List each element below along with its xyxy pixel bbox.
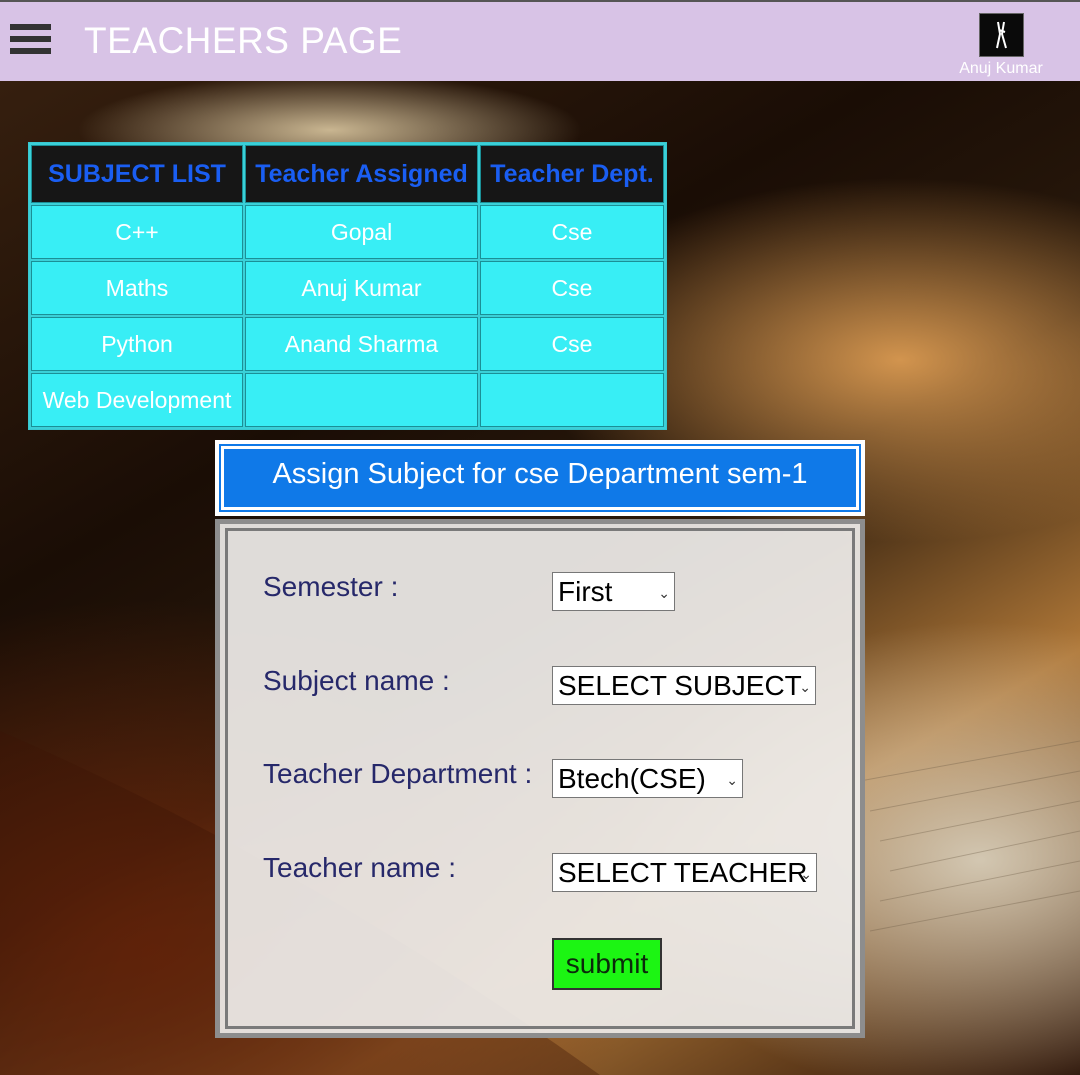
table-row: Python Anand Sharma Cse — [31, 317, 664, 371]
top-bar: TEACHERS PAGE Anuj Kumar — [0, 0, 1080, 81]
chevron-down-icon: ⌄ — [658, 585, 670, 601]
table-cell — [245, 373, 478, 427]
column-header: Teacher Assigned — [245, 145, 478, 203]
subject-select[interactable]: SELECT SUBJECT ⌄ — [552, 666, 816, 705]
chevron-down-icon: ⌄ — [799, 679, 811, 695]
column-header: Teacher Dept. — [480, 145, 664, 203]
table-row: Maths Anuj Kumar Cse — [31, 261, 664, 315]
user-name: Anuj Kumar — [959, 60, 1043, 77]
teacher-department-label: Teacher Department : — [263, 758, 533, 789]
table-cell: Gopal — [245, 205, 478, 259]
table-cell: C++ — [31, 205, 243, 259]
teacher-department-select[interactable]: Btech(CSE) ⌄ — [552, 759, 743, 798]
table-cell: Web Development — [31, 373, 243, 427]
assign-heading: Assign Subject for cse Department sem-1 — [219, 444, 861, 512]
table-cell: Python — [31, 317, 243, 371]
submit-button[interactable]: submit — [552, 938, 662, 990]
table-cell: Maths — [31, 261, 243, 315]
column-header: SUBJECT LIST — [31, 145, 243, 203]
table-cell — [480, 373, 664, 427]
table-row: Web Development — [31, 373, 664, 427]
teacher-name-select-value: SELECT TEACHER — [558, 857, 808, 888]
page-title: TEACHERS PAGE — [84, 20, 403, 61]
subject-select-value: SELECT SUBJECT — [558, 670, 802, 701]
teacher-name-label: Teacher name : — [263, 852, 456, 883]
hamburger-menu-icon[interactable] — [10, 24, 51, 60]
table-row: C++ Gopal Cse — [31, 205, 664, 259]
user-profile[interactable]: Anuj Kumar — [950, 12, 1060, 80]
subject-label: Subject name : — [263, 665, 450, 696]
semester-select[interactable]: First ⌄ — [552, 572, 675, 611]
avatar — [979, 13, 1024, 57]
table-cell: Cse — [480, 261, 664, 315]
table-cell: Cse — [480, 205, 664, 259]
semester-label: Semester : — [263, 571, 399, 602]
assign-form: Semester : First ⌄ Subject name : SELECT… — [215, 519, 865, 1038]
assign-heading-box: Assign Subject for cse Department sem-1 — [215, 440, 865, 516]
chevron-down-icon: ⌄ — [800, 866, 812, 882]
table-cell: Anuj Kumar — [245, 261, 478, 315]
avatar-figure-icon — [996, 21, 1007, 49]
teacher-department-select-value: Btech(CSE) — [558, 763, 706, 794]
subject-table: SUBJECT LIST Teacher Assigned Teacher De… — [28, 142, 667, 430]
teacher-name-select[interactable]: SELECT TEACHER ⌄ — [552, 853, 817, 892]
table-cell: Anand Sharma — [245, 317, 478, 371]
table-header-row: SUBJECT LIST Teacher Assigned Teacher De… — [31, 145, 664, 203]
table-cell: Cse — [480, 317, 664, 371]
chevron-down-icon: ⌄ — [726, 772, 738, 788]
semester-select-value: First — [558, 576, 613, 607]
